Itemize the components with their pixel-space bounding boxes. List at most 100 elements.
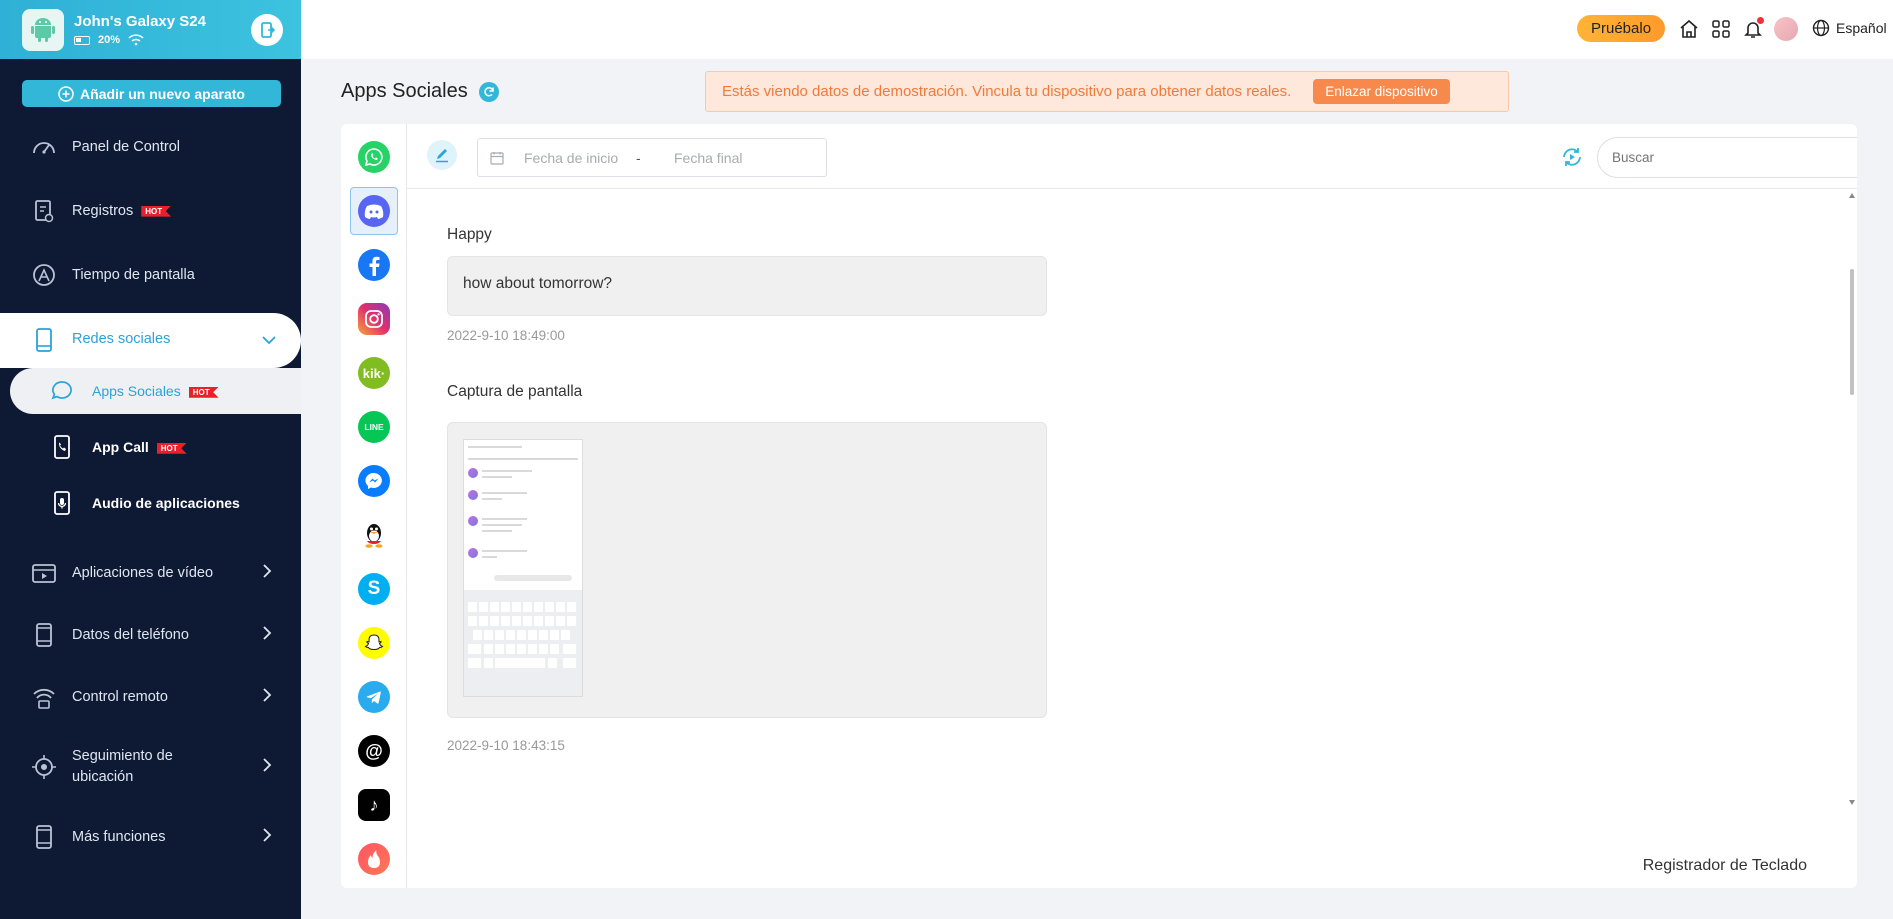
keyboard-preview bbox=[464, 590, 582, 696]
keylogger-link[interactable]: Registrador de Teclado bbox=[1643, 857, 1807, 875]
app-line[interactable]: LINE bbox=[350, 403, 398, 451]
globe-icon bbox=[1812, 19, 1830, 37]
bell-icon[interactable] bbox=[1741, 17, 1765, 41]
telegram-icon bbox=[358, 681, 390, 713]
sidebar-item-datos-del-telefono[interactable]: Datos del teléfono bbox=[0, 611, 301, 659]
app-kik[interactable]: kik· bbox=[350, 349, 398, 397]
sidebar-item-seguimiento-de-ubicacion[interactable]: Seguimiento de ubicación bbox=[0, 743, 301, 791]
sidebar: John's Galaxy S24 20% Añadir un nuevo ap… bbox=[0, 0, 301, 919]
sidebar-item-label: Aplicaciones de vídeo bbox=[72, 565, 214, 581]
audio-icon bbox=[48, 489, 76, 517]
app-qq[interactable] bbox=[350, 511, 398, 559]
message-time: 2022-9-10 18:49:00 bbox=[447, 328, 565, 343]
app-messenger[interactable] bbox=[350, 457, 398, 505]
sidebar-item-control-remoto[interactable]: Control remoto bbox=[0, 673, 301, 721]
date-end-input[interactable]: Fecha final bbox=[674, 150, 742, 166]
sidebar-item-redes-sociales[interactable]: Redes sociales bbox=[0, 313, 301, 368]
dashboard-icon bbox=[30, 133, 58, 161]
facebook-icon bbox=[358, 249, 390, 281]
sidebar-item-label: Seguimiento de ubicación bbox=[72, 748, 173, 785]
language-label: Español bbox=[1836, 20, 1887, 36]
sidebar-subitem-apps-sociales[interactable]: Apps Sociales HOT bbox=[0, 368, 301, 414]
hot-badge: HOT bbox=[188, 386, 219, 398]
sidebar-item-label: Control remoto bbox=[72, 689, 168, 705]
snapchat-icon bbox=[358, 627, 390, 659]
sidebar-subitem-app-call[interactable]: App Call HOT bbox=[0, 424, 301, 470]
messenger-icon bbox=[358, 465, 390, 497]
sidebar-subitem-audio-de-aplicaciones[interactable]: Audio de aplicaciones bbox=[0, 480, 301, 526]
more-icon bbox=[30, 823, 58, 851]
wifi-icon bbox=[128, 34, 144, 46]
demo-banner: Estás viendo datos de demostración. Vinc… bbox=[705, 71, 1509, 112]
link-device-button[interactable]: Enlazar dispositivo bbox=[1313, 79, 1450, 104]
try-button[interactable]: Pruébalo bbox=[1577, 15, 1666, 42]
battery-level: 20% bbox=[98, 34, 121, 46]
screenshot-thumbnail[interactable] bbox=[463, 439, 583, 697]
sidebar-subitem-label: Audio de aplicaciones bbox=[92, 495, 240, 511]
app-rail: kik· LINE S @ ♪ bbox=[341, 124, 407, 888]
scrollbar-thumb[interactable] bbox=[1850, 269, 1854, 395]
device-stats: 20% bbox=[74, 34, 251, 46]
threads-icon: @ bbox=[358, 735, 390, 767]
message-time: 2022-9-10 18:43:15 bbox=[447, 738, 565, 753]
hot-badge: HOT bbox=[156, 442, 187, 454]
social-apps-card: kik· LINE S @ ♪ Fecha de inicio - Fecha … bbox=[341, 124, 1857, 888]
app-skype[interactable]: S bbox=[350, 565, 398, 613]
date-range-picker[interactable]: Fecha de inicio - Fecha final bbox=[477, 138, 827, 177]
sync-icon[interactable] bbox=[1560, 145, 1584, 169]
app-tiktok[interactable]: ♪ bbox=[350, 781, 398, 829]
app-instagram[interactable] bbox=[350, 295, 398, 343]
sidebar-item-label: Datos del teléfono bbox=[72, 627, 189, 643]
language-selector[interactable]: Español bbox=[1812, 19, 1887, 37]
device-info: John's Galaxy S24 20% bbox=[74, 13, 251, 46]
sidebar-item-text: Registros bbox=[72, 203, 134, 219]
demo-banner-text: Estás viendo datos de demostración. Vinc… bbox=[722, 83, 1292, 100]
refresh-icon[interactable] bbox=[479, 82, 499, 102]
switch-device-icon[interactable] bbox=[251, 13, 283, 46]
sidebar-item-label: Más funciones bbox=[72, 829, 166, 845]
edit-icon[interactable] bbox=[427, 140, 457, 170]
app-discord[interactable] bbox=[350, 187, 398, 235]
sidebar-item-label: Tiempo de pantalla bbox=[72, 267, 195, 283]
kik-icon: kik· bbox=[358, 357, 390, 389]
location-icon bbox=[30, 753, 58, 781]
date-start-input[interactable]: Fecha de inicio bbox=[524, 150, 636, 166]
chevron-right-icon bbox=[262, 758, 272, 776]
whatsapp-icon bbox=[358, 141, 390, 173]
add-device-button[interactable]: Añadir un nuevo aparato bbox=[22, 80, 281, 107]
app-threads[interactable]: @ bbox=[350, 727, 398, 775]
sidebar-item-mas-funciones[interactable]: Más funciones bbox=[0, 813, 301, 861]
app-telegram[interactable] bbox=[350, 673, 398, 721]
sidebar-item-aplicaciones-de-video[interactable]: Aplicaciones de vídeo bbox=[0, 549, 301, 597]
phone-icon bbox=[30, 326, 58, 354]
apps-grid-icon[interactable] bbox=[1709, 17, 1733, 41]
message-bubble bbox=[447, 422, 1047, 718]
chat-bubble-icon bbox=[48, 377, 76, 405]
sidebar-item-panel-de-control[interactable]: Panel de Control bbox=[0, 123, 301, 171]
sidebar-item-tiempo-de-pantalla[interactable]: Tiempo de pantalla bbox=[0, 251, 301, 299]
message-bubble: how about tomorrow? bbox=[447, 256, 1047, 316]
sidebar-subitem-label: App Call HOT bbox=[92, 439, 187, 455]
avatar[interactable] bbox=[1774, 17, 1798, 41]
app-snapchat[interactable] bbox=[350, 619, 398, 667]
page-title: Apps Sociales bbox=[341, 80, 468, 102]
message-sender: Happy bbox=[447, 226, 492, 243]
scrollbar[interactable] bbox=[1847, 189, 1857, 888]
home-icon[interactable] bbox=[1677, 17, 1701, 41]
chevron-right-icon bbox=[262, 626, 272, 644]
add-device-label: Añadir un nuevo aparato bbox=[80, 85, 245, 102]
message-sender: Captura de pantalla bbox=[447, 383, 583, 400]
device-name: John's Galaxy S24 bbox=[74, 13, 206, 30]
message-list: Happy how about tomorrow? 2022-9-10 18:4… bbox=[407, 189, 1857, 888]
search-input[interactable] bbox=[1612, 150, 1842, 165]
toolbar: Fecha de inicio - Fecha final bbox=[407, 124, 1857, 189]
remote-icon bbox=[30, 683, 58, 711]
notification-dot bbox=[1757, 17, 1764, 24]
sidebar-subitem-label: Apps Sociales HOT bbox=[92, 383, 219, 399]
app-facebook[interactable] bbox=[350, 241, 398, 289]
scroll-up-arrow[interactable] bbox=[1849, 193, 1855, 198]
sidebar-item-registros[interactable]: Registros HOT bbox=[0, 187, 301, 235]
app-whatsapp[interactable] bbox=[350, 133, 398, 181]
app-tinder[interactable] bbox=[350, 835, 398, 883]
scroll-down-arrow[interactable] bbox=[1849, 800, 1855, 805]
